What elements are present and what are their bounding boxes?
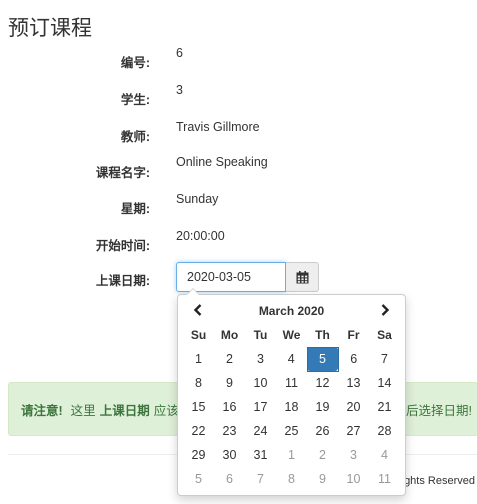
next-month-button[interactable] [370,303,400,319]
day-cell[interactable]: 21 [369,395,400,419]
calendar-icon [296,270,308,283]
day-cell[interactable]: 5 [183,467,214,491]
day-cell[interactable]: 9 [214,371,245,395]
day-cell[interactable]: 20 [338,395,369,419]
day-cell[interactable]: 9 [307,467,338,491]
weekday-header: Tu [253,328,268,342]
student-label: 学生: [120,93,150,107]
day-cell[interactable]: 1 [276,443,307,467]
day-cell[interactable]: 7 [369,347,400,371]
prev-month-button[interactable] [183,303,213,319]
teacher-value: Travis Gillmore [176,120,260,134]
chevron-right-icon [381,303,390,316]
day-cell[interactable]: 7 [245,467,276,491]
day-cell[interactable]: 6 [214,467,245,491]
datepicker-dropdown: March 2020 Su Mo Tu We Th Fr Sa 12345678… [177,288,406,496]
day-cell[interactable]: 18 [276,395,307,419]
day-cell[interactable]: 6 [338,347,369,371]
start-time-label: 开始时间: [95,239,150,253]
calendar-button[interactable] [286,262,319,292]
day-cell[interactable]: 4 [369,443,400,467]
id-label: 编号: [120,56,150,70]
notice-text-tail: 后选择日期! [406,403,472,418]
weekday-header: Fr [347,328,360,342]
day-cell[interactable]: 17 [245,395,276,419]
course-name-value: Online Speaking [176,155,268,169]
weekday-header: Su [190,328,207,342]
day-cell[interactable]: 3 [245,347,276,371]
footer-copyright: ghts Reserved [404,475,475,487]
notice-text-1: 这里 [70,403,96,418]
datepicker-week-row: 29 30 31 1 2 3 4 [183,443,400,467]
day-cell[interactable]: 29 [183,443,214,467]
datepicker-week-row: 8 9 10 11 12 13 14 [183,371,400,395]
chevron-left-icon [193,303,202,316]
day-cell[interactable]: 8 [183,371,214,395]
day-cell[interactable]: 10 [245,371,276,395]
day-cell[interactable]: 1 [183,347,214,371]
day-cell[interactable]: 4 [276,347,307,371]
weekday-header: Th [315,327,330,342]
day-cell[interactable]: 12 [307,371,338,395]
selected-day-cell[interactable]: 5 [306,346,339,372]
day-cell[interactable]: 27 [338,419,369,443]
id-value: 6 [176,46,183,60]
day-cell[interactable]: 15 [183,395,214,419]
notice-highlight: 上课日期 [99,403,150,418]
day-cell[interactable]: 14 [369,371,400,395]
weekday-value: Sunday [176,192,219,206]
weekday-header: Sa [377,328,392,342]
weekday-header-row: Su Mo Tu We Th Fr Sa [183,323,400,347]
day-cell[interactable]: 10 [338,467,369,491]
start-time-value: 20:00:00 [176,229,225,243]
day-cell[interactable]: 19 [307,395,338,419]
day-cell[interactable]: 11 [369,467,400,491]
day-cell[interactable]: 16 [214,395,245,419]
datepicker-week-row: 1234567 [183,346,400,372]
page-title: 预订课程 [8,17,92,40]
class-date-label: 上课日期: [95,274,150,288]
weekday-label: 星期: [120,202,150,216]
weekday-header: We [282,328,301,342]
day-cell[interactable]: 26 [307,419,338,443]
teacher-label: 教师: [120,130,150,144]
notice-strong: 请注意! [21,403,63,418]
day-cell[interactable]: 31 [245,443,276,467]
day-cell[interactable]: 25 [276,419,307,443]
datepicker-month-title[interactable]: March 2020 [213,304,370,318]
datepicker-week-row: 15 16 17 18 19 20 21 [183,395,400,419]
datepicker-week-row: 22 23 24 25 26 27 28 [183,419,400,443]
day-cell[interactable]: 8 [276,467,307,491]
day-cell[interactable]: 13 [338,371,369,395]
datepicker-week-row: 5 6 7 8 9 10 11 [183,467,400,491]
day-cell[interactable]: 23 [214,419,245,443]
day-cell[interactable]: 11 [276,371,307,395]
day-cell[interactable]: 2 [214,347,245,371]
day-cell[interactable]: 24 [245,419,276,443]
weekday-header: Mo [220,328,239,342]
notice-text-2: 应该 [153,403,179,418]
day-cell[interactable]: 3 [338,443,369,467]
datepicker-grid: Su Mo Tu We Th Fr Sa 1 2 3 4 5 6 7 8 9 10 11 12 13 14… [183,323,400,491]
course-name-label: 课程名字: [95,166,150,180]
day-cell[interactable]: 28 [369,419,400,443]
day-cell[interactable]: 30 [214,443,245,467]
student-value: 3 [176,83,183,97]
datepicker-header: March 2020 [183,299,400,323]
day-cell[interactable]: 22 [183,419,214,443]
day-cell[interactable]: 2 [307,443,338,467]
